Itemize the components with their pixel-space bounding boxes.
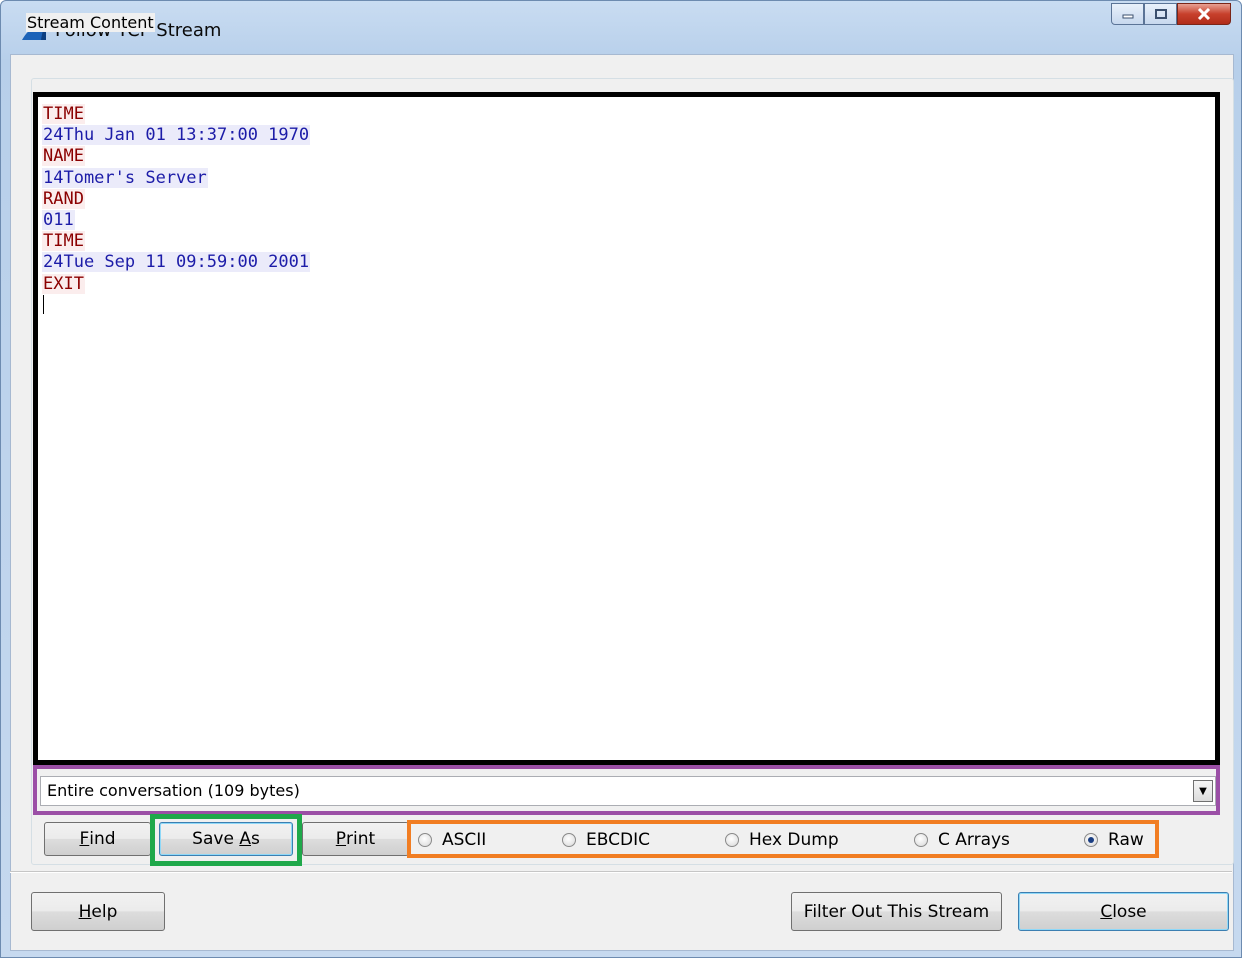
radio-raw-label: Raw <box>1108 830 1144 850</box>
radio-ebcdic-label: EBCDIC <box>586 830 650 850</box>
server-response-line: 14Tomer's Server <box>42 167 1215 189</box>
radio-raw-indicator <box>1084 833 1098 847</box>
stream-line-text: 14Tomer's Server <box>42 167 208 188</box>
text-caret <box>43 294 44 314</box>
radio-ebcdic-indicator <box>562 833 576 847</box>
radio-ebcdic[interactable]: EBCDIC <box>562 829 650 851</box>
stream-line-text: EXIT <box>42 273 85 294</box>
caption-buttons <box>1111 3 1231 27</box>
radio-hex-dump-indicator <box>725 833 739 847</box>
radio-ascii-label: ASCII <box>442 830 487 850</box>
dropdown-button[interactable]: ▼ <box>1193 780 1213 802</box>
close-label: lose <box>1112 901 1147 922</box>
radio-c-arrays[interactable]: C Arrays <box>914 829 1010 851</box>
radio-ascii[interactable]: ASCII <box>418 829 486 851</box>
stream-line-text: NAME <box>42 146 85 167</box>
help-accesskey: H <box>78 901 92 922</box>
print-label: rint <box>346 829 376 849</box>
find-button[interactable]: Find <box>44 822 151 856</box>
minimize-icon <box>1122 14 1133 19</box>
maximize-icon <box>1154 9 1167 19</box>
client-request-line: EXIT <box>42 273 1215 295</box>
close-window-button[interactable] <box>1177 3 1231 25</box>
client-request-line: TIME <box>42 104 1215 125</box>
client-request-line: NAME <box>42 146 1215 167</box>
save-as-accesskey: A <box>239 829 251 849</box>
close-button[interactable]: Close <box>1018 892 1229 931</box>
server-response-line: 011 <box>42 210 1215 231</box>
title-bar[interactable]: Follow TCP Stream <box>1 1 1241 61</box>
radio-hex-dump[interactable]: Hex Dump <box>725 829 839 851</box>
print-accesskey: P <box>335 829 347 849</box>
find-accesskey: F <box>79 829 90 849</box>
maximize-button[interactable] <box>1144 3 1177 25</box>
save-as-label-rest: s <box>250 829 260 849</box>
help-button[interactable]: Help <box>31 892 165 931</box>
radio-raw[interactable]: Raw <box>1084 829 1144 851</box>
minimize-button[interactable] <box>1111 3 1144 25</box>
server-response-line: 24Thu Jan 01 13:37:00 1970 <box>42 125 1215 146</box>
print-button[interactable]: Print <box>302 822 409 856</box>
find-label: ind <box>89 829 116 849</box>
stream-content-textbox[interactable]: TIME 24Thu Jan 01 13:37:00 1970 NAME 14Tome… <box>33 92 1220 765</box>
separator-line <box>10 871 1232 873</box>
client-request-line: TIME <box>42 231 1215 252</box>
stream-line-text: 24Thu Jan 01 13:37:00 1970 <box>42 125 311 146</box>
conversation-select[interactable]: Entire conversation (109 bytes) ▼ <box>40 776 1216 806</box>
radio-hex-dump-label: Hex Dump <box>749 830 839 850</box>
stream-line-text: RAND <box>42 188 85 209</box>
stream-line-text: TIME <box>42 104 85 124</box>
server-response-line: 24Tue Sep 11 09:59:00 2001 <box>42 252 1215 273</box>
filter-out-stream-label: Filter Out This Stream <box>803 901 990 922</box>
filter-out-stream-button[interactable]: Filter Out This Stream <box>791 892 1002 931</box>
conversation-select-value: Entire conversation (109 bytes) <box>47 781 300 800</box>
dropdown-arrow-icon: ▼ <box>1199 785 1207 797</box>
help-label: elp <box>91 901 118 922</box>
radio-c-arrays-indicator <box>914 833 928 847</box>
stream-line-text: TIME <box>42 231 85 252</box>
close-accesskey: C <box>1100 901 1113 922</box>
radio-ascii-indicator <box>418 833 432 847</box>
save-as-label: Save <box>192 829 240 849</box>
save-as-button[interactable]: Save As <box>159 822 293 856</box>
client-request-line: RAND <box>42 188 1215 210</box>
stream-content-legend: Stream Content <box>26 13 155 32</box>
radio-c-arrays-label: C Arrays <box>938 830 1010 850</box>
close-x-icon <box>1197 8 1211 20</box>
stream-line-text: 011 <box>42 210 75 231</box>
stream-line-text: 24Tue Sep 11 09:59:00 2001 <box>42 252 311 273</box>
